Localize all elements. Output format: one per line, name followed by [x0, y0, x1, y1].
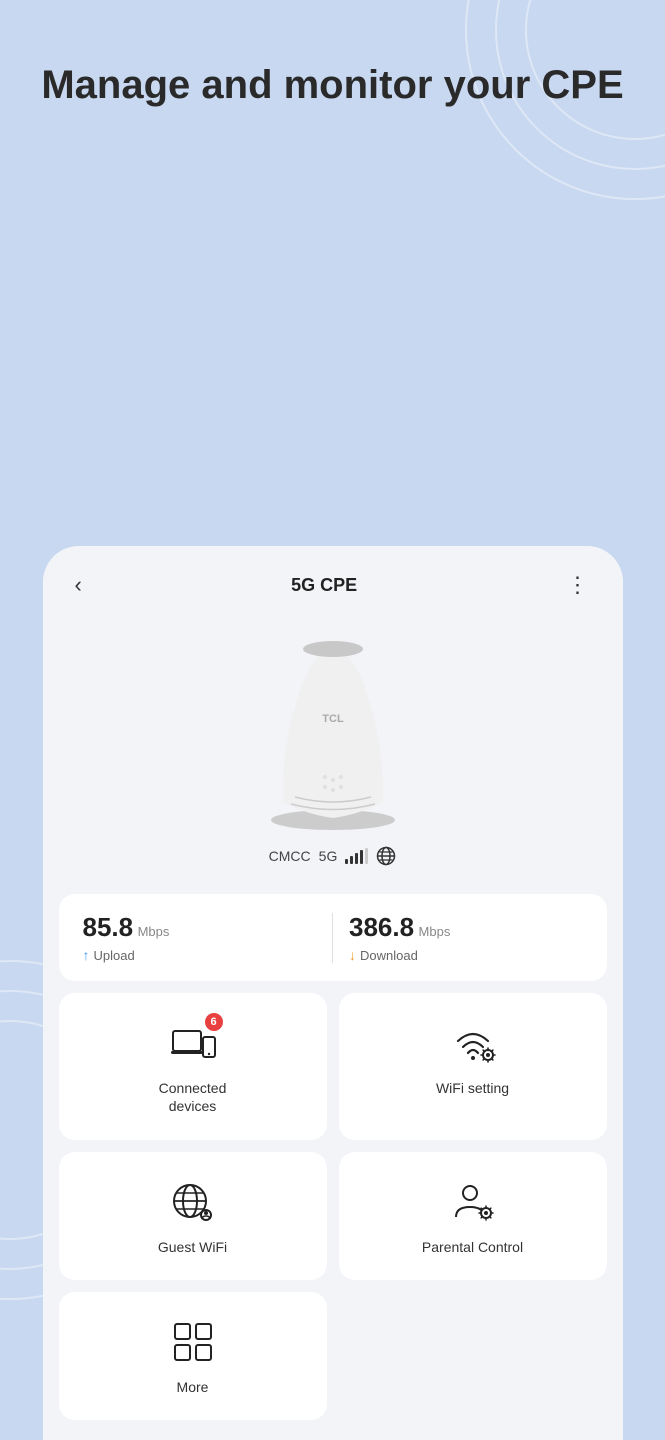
connected-devices-badge: 6: [205, 1013, 223, 1031]
cpe-device-image: TCL: [253, 622, 413, 832]
connected-devices-card[interactable]: 6 Connecteddevices: [59, 993, 327, 1139]
parental-control-card[interactable]: Parental Control: [339, 1152, 607, 1280]
phone-header: ‹ 5G CPE ⋮: [43, 546, 623, 612]
upload-arrow-icon: ↑: [83, 947, 90, 963]
download-value: 386.8: [349, 912, 414, 942]
svg-text:TCL: TCL: [322, 713, 344, 725]
more-grid-icon: [167, 1316, 219, 1368]
hero-title: Manage and monitor your CPE: [0, 0, 665, 140]
guest-wifi-card[interactable]: Guest WiFi: [59, 1152, 327, 1280]
back-button[interactable]: ‹: [67, 568, 90, 602]
guest-wifi-label: Guest WiFi: [158, 1238, 227, 1256]
wifi-setting-icon: [447, 1017, 499, 1069]
wifi-setting-card[interactable]: WiFi setting: [339, 993, 607, 1139]
download-stat: 386.8 Mbps ↓ Download: [349, 912, 583, 963]
more-card[interactable]: More: [59, 1292, 327, 1420]
guest-wifi-icon: [167, 1176, 219, 1228]
network-type: 5G: [319, 848, 338, 864]
download-arrow-icon: ↓: [349, 947, 356, 963]
device-area: TCL CMCC 5G: [43, 612, 623, 882]
upload-label: Upload: [94, 948, 135, 963]
upload-stat: 85.8 Mbps ↑ Upload: [83, 912, 317, 963]
download-unit: Mbps: [419, 924, 451, 939]
connected-devices-icon: 6: [167, 1017, 219, 1069]
connected-devices-label: Connecteddevices: [159, 1079, 227, 1115]
download-label: Download: [360, 948, 418, 963]
phone-card: ‹ 5G CPE ⋮ TCL: [43, 546, 623, 1440]
signal-bars-icon: [345, 848, 368, 864]
page-title: 5G CPE: [291, 575, 357, 596]
more-label: More: [177, 1378, 209, 1396]
globe-icon: [376, 846, 396, 866]
network-provider: CMCC: [269, 848, 311, 864]
wifi-setting-label: WiFi setting: [436, 1079, 509, 1097]
more-menu-button[interactable]: ⋮: [558, 568, 598, 602]
parental-control-label: Parental Control: [422, 1238, 523, 1256]
upload-value: 85.8: [83, 912, 134, 942]
parental-control-icon: [447, 1176, 499, 1228]
network-info: CMCC 5G: [269, 846, 397, 866]
stats-divider: [332, 913, 333, 963]
stats-card: 85.8 Mbps ↑ Upload 386.8 Mbps ↓ Download: [59, 894, 607, 981]
feature-grid: 6 Connecteddevices WiFi setting: [59, 993, 607, 1440]
upload-unit: Mbps: [138, 924, 170, 939]
